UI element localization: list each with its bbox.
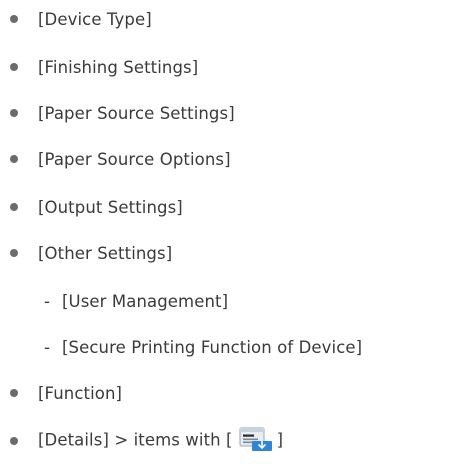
item-label: [User Management] [62,291,229,311]
item-label: [Device Type] [38,9,152,29]
item-label: [Function] [38,383,123,403]
details-label-prefix: [Details] > items with [ [38,430,233,450]
details-label-suffix: ] [276,430,284,450]
item-label: [Paper Source Options] [38,149,231,169]
settings-list: [Device Type] [Finishing Settings] [Pape… [0,0,472,464]
item-label: [Details] > items with [ ] [38,427,284,452]
item-label: [Finishing Settings] [38,57,199,77]
bullet-icon [10,389,18,397]
bullet-icon [10,249,18,257]
item-label: [Output Settings] [38,197,183,217]
bullet-icon [10,63,18,71]
bullet-icon [10,437,18,445]
item-label: [Paper Source Settings] [38,103,235,123]
dash-marker: - [44,337,50,357]
settings-dialog-icon [239,426,273,452]
dash-marker: - [44,291,50,311]
bullet-icon [10,109,18,117]
bullet-icon [10,155,18,163]
item-label: [Other Settings] [38,243,173,263]
bullet-icon [10,15,18,23]
item-label: [Secure Printing Function of Device] [62,337,363,357]
bullet-icon [10,203,18,211]
